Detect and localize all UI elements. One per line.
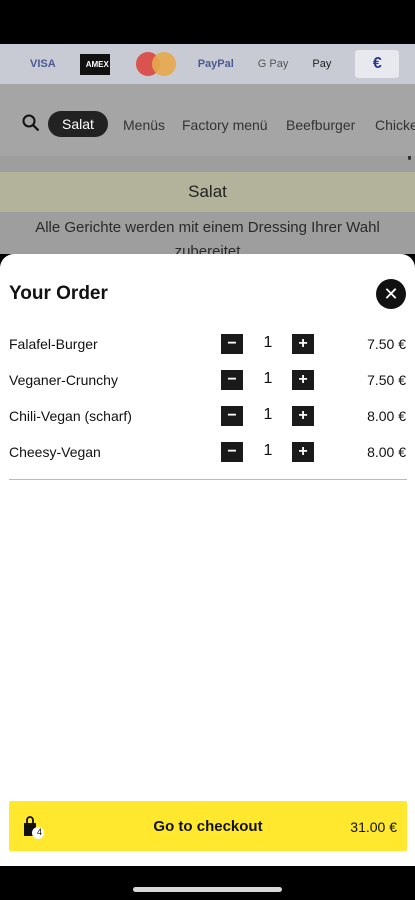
order-item-row: Veganer-Crunchy − 1 + 7.50 € <box>0 368 415 392</box>
item-price: 8.00 € <box>367 408 406 424</box>
order-sheet: Your Order ✕ Falafel-Burger − 1 + 7.50 €… <box>0 254 415 866</box>
apple-pay-logo: Pay <box>312 58 332 70</box>
decrease-quantity-button[interactable]: − <box>221 370 243 390</box>
category-tab-menus[interactable]: Menüs <box>123 117 165 133</box>
item-quantity: 1 <box>263 406 273 423</box>
decrease-quantity-button[interactable]: − <box>221 442 243 462</box>
item-price: 8.00 € <box>367 444 406 460</box>
euro-logo: € <box>355 50 400 78</box>
item-name: Falafel-Burger <box>9 336 98 352</box>
mastercard-logo <box>135 52 176 76</box>
item-name: Cheesy-Vegan <box>9 444 101 460</box>
home-indicator[interactable] <box>133 887 282 892</box>
checkout-total: 31.00 € <box>350 819 397 835</box>
section-description: Alle Gerichte werden mit einem Dressing … <box>0 216 415 254</box>
item-name: Veganer-Crunchy <box>9 372 118 388</box>
category-tab-chicken[interactable]: Chicke <box>375 117 415 133</box>
background-page: VISA AMEX PayPal G Pay Pay € Salat Menüs… <box>0 44 415 254</box>
category-tab-active[interactable]: Salat <box>48 111 108 137</box>
section-description-line-2: zubereitet <box>174 243 241 254</box>
item-price: 7.50 € <box>367 372 406 388</box>
order-item-row: Chili-Vegan (scharf) − 1 + 8.00 € <box>0 404 415 428</box>
decrease-quantity-button[interactable]: − <box>221 334 243 354</box>
order-item-row: Cheesy-Vegan − 1 + 8.00 € <box>0 440 415 464</box>
decrease-quantity-button[interactable]: − <box>221 406 243 426</box>
google-pay-logo: G Pay <box>257 58 289 70</box>
section-description-line-1: Alle Gerichte werden mit einem Dressing … <box>35 219 380 236</box>
paypal-logo: PayPal <box>197 58 234 70</box>
increase-quantity-button[interactable]: + <box>292 442 314 462</box>
visa-logo: VISA <box>30 58 56 70</box>
search-icon[interactable] <box>22 114 40 137</box>
increase-quantity-button[interactable]: + <box>292 334 314 354</box>
close-icon: ✕ <box>383 283 399 304</box>
close-button[interactable]: ✕ <box>376 279 406 309</box>
category-nav: Salat Menüs Factory menü Beefburger Chic… <box>0 84 415 156</box>
section-title: Salat <box>0 172 415 212</box>
order-item-row: Falafel-Burger − 1 + 7.50 € <box>0 332 415 356</box>
item-quantity: 1 <box>263 334 273 351</box>
item-quantity: 1 <box>263 370 273 387</box>
payment-methods-strip: VISA AMEX PayPal G Pay Pay € <box>0 44 415 84</box>
amex-logo: AMEX <box>79 53 110 75</box>
item-price: 7.50 € <box>367 336 406 352</box>
item-quantity: 1 <box>263 442 273 459</box>
increase-quantity-button[interactable]: + <box>292 406 314 426</box>
item-name: Chili-Vegan (scharf) <box>9 408 132 424</box>
status-bar <box>0 0 415 44</box>
increase-quantity-button[interactable]: + <box>292 370 314 390</box>
category-tab-factory-menu[interactable]: Factory menü <box>182 117 268 133</box>
category-tab-beefburger[interactable]: Beefburger <box>286 117 355 133</box>
divider <box>9 479 407 480</box>
checkout-label: Go to checkout <box>153 818 263 835</box>
order-title: Your Order <box>9 283 108 304</box>
checkout-button[interactable]: 4 Go to checkout 31.00 € <box>9 801 407 851</box>
